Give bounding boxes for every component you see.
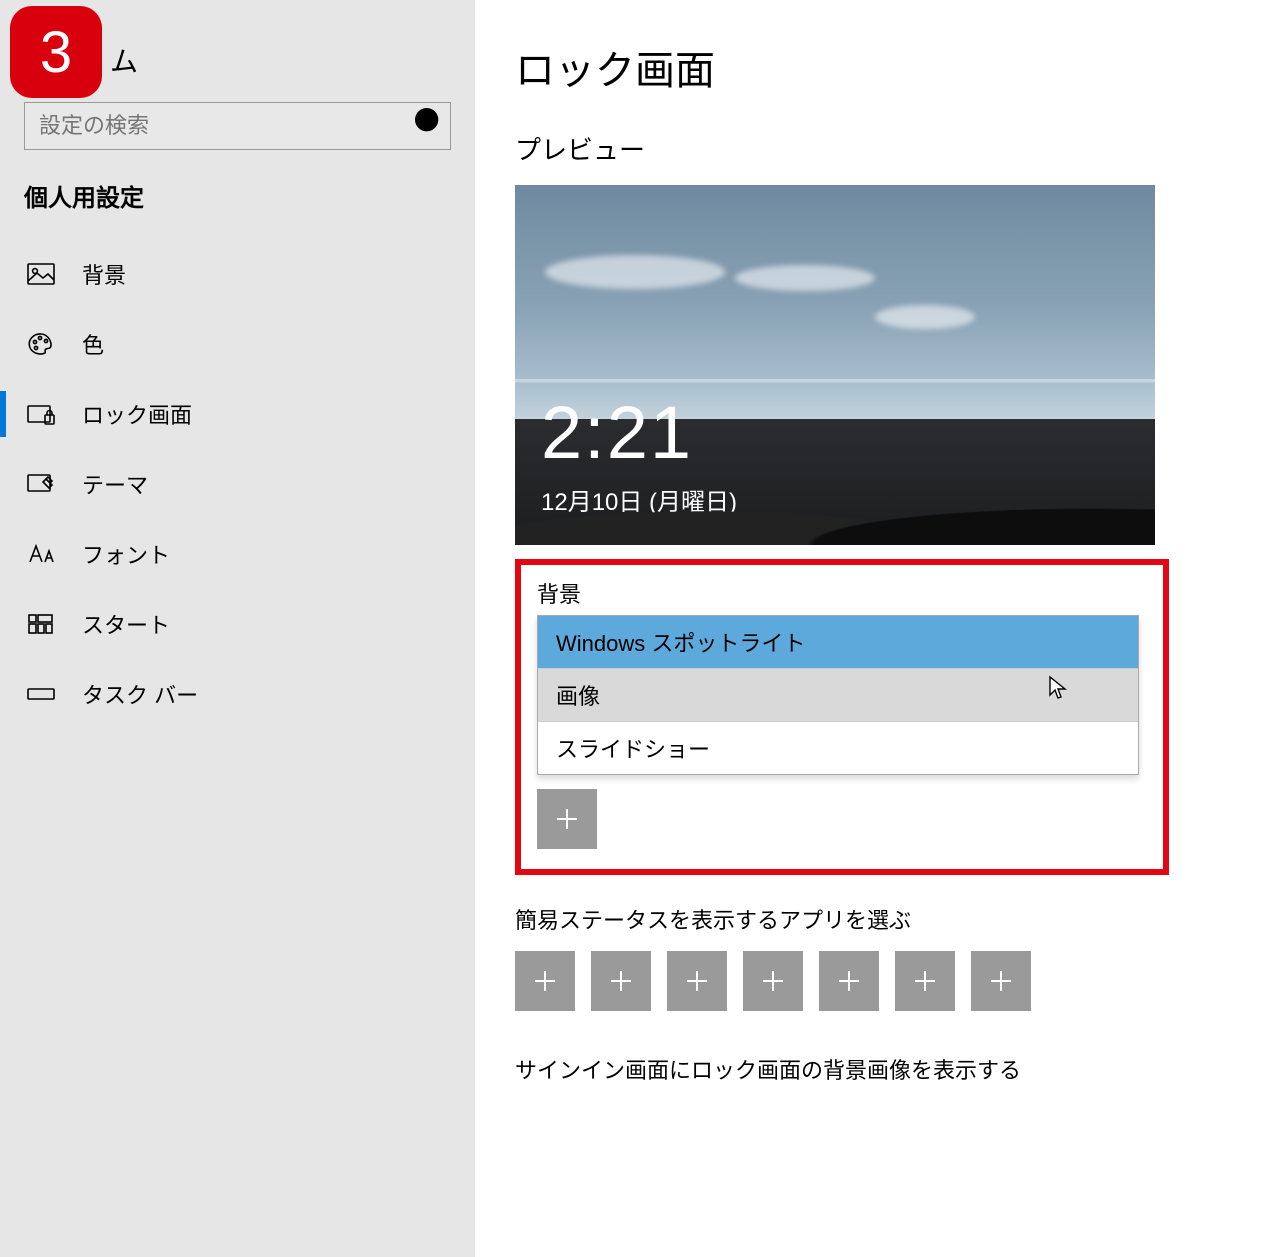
add-picture-button[interactable] [537,789,597,849]
dropdown-option-slideshow[interactable]: スライドショー [538,722,1138,774]
quick-status-slot[interactable] [971,951,1031,1011]
sidebar-item-label: タスク バー [82,678,198,710]
preview-date: 12月10日 (月曜日) [541,482,737,517]
sidebar-section-title: 個人用設定 [0,178,475,239]
quick-status-row [515,951,1280,1011]
quick-status-slot[interactable] [667,951,727,1011]
sidebar-item-label: フォント [82,538,170,570]
settings-window: ム 個人用設定 背景 色 [0,0,1280,1257]
sidebar-item-lockscreen[interactable]: ロック画面 [0,379,475,449]
preview-label: プレビュー [515,130,1280,167]
palette-icon [24,330,58,358]
search-input[interactable] [25,113,410,139]
sidebar-item-label: 色 [82,328,104,360]
quick-status-slot[interactable] [515,951,575,1011]
dropdown-option-label: 画像 [556,684,600,709]
signin-background-label: サインイン画面にロック画面の背景画像を表示する [515,1053,1280,1085]
sidebar-item-fonts[interactable]: フォント [0,519,475,589]
dropdown-option-spotlight[interactable]: Windows スポットライト [538,616,1138,669]
lockscreen-icon [24,400,58,428]
sidebar-item-background[interactable]: 背景 [0,239,475,309]
theme-icon [24,470,58,498]
sidebar-item-label: テーマ [82,468,148,500]
sidebar-item-label: 背景 [82,258,126,290]
sidebar-item-colors[interactable]: 色 [0,309,475,379]
main-content: ロック画面 プレビュー 2:21 12月10日 (月曜日) 背景 Windows… [475,0,1280,1257]
dropdown-option-picture[interactable]: 画像 [538,669,1138,722]
search-box[interactable] [24,102,451,150]
sidebar-item-label: スタート [82,608,170,640]
cursor-icon [1048,675,1068,701]
taskbar-icon [24,680,58,708]
sidebar-item-themes[interactable]: テーマ [0,449,475,519]
quick-status-label: 簡易ステータスを表示するアプリを選ぶ [515,903,1280,935]
start-icon [24,610,58,638]
search-icon [410,103,450,149]
picture-icon [24,260,58,288]
sidebar-item-label: ロック画面 [82,398,192,430]
page-title: ロック画面 [515,38,1280,96]
sidebar-item-taskbar[interactable]: タスク バー [0,659,475,729]
sidebar: ム 個人用設定 背景 色 [0,0,475,1257]
quick-status-slot[interactable] [591,951,651,1011]
sidebar-nav: 背景 色 ロック画面 テーマ [0,239,475,729]
step-badge: 3 [10,6,102,98]
preview-time: 2:21 [541,390,693,475]
quick-status-slot[interactable] [895,951,955,1011]
font-icon [24,540,58,568]
background-dropdown[interactable]: Windows スポットライト 画像 スライドショー [537,615,1139,775]
highlight-box: 背景 Windows スポットライト 画像 スライドショー [515,559,1169,875]
quick-status-slot[interactable] [743,951,803,1011]
lockscreen-preview: 2:21 12月10日 (月曜日) [515,185,1155,545]
quick-status-slot[interactable] [819,951,879,1011]
sidebar-item-start[interactable]: スタート [0,589,475,659]
background-label: 背景 [537,577,1147,609]
